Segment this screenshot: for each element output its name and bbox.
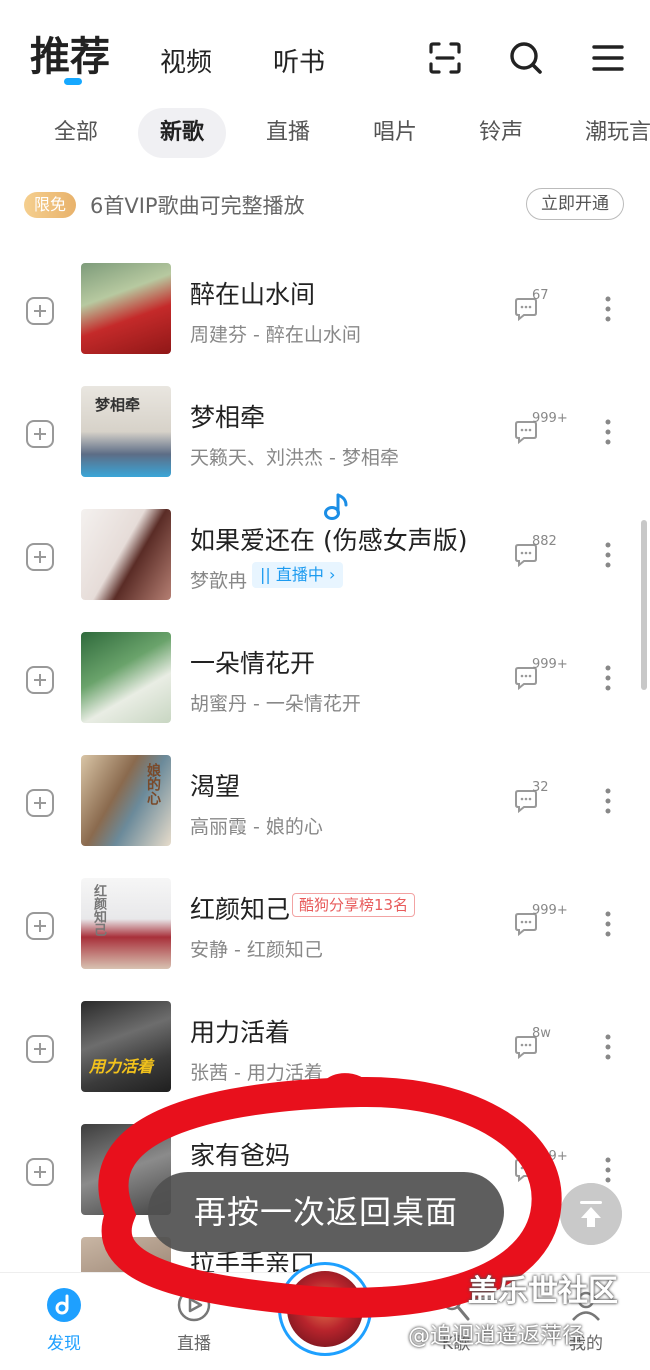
discover-icon	[47, 1288, 81, 1322]
song-artist-album: 张茜 - 用力活着	[190, 1062, 323, 1084]
menu-icon[interactable]	[590, 40, 626, 76]
more-options-icon[interactable]	[598, 909, 618, 939]
add-to-playlist-icon[interactable]	[26, 912, 54, 940]
chevron-right-icon: ›	[323, 565, 336, 584]
cover-text: 梦相牵	[95, 396, 141, 414]
more-options-icon[interactable]	[598, 417, 618, 447]
add-to-playlist-icon[interactable]	[26, 297, 54, 325]
chart-rank-badge[interactable]: 酷狗分享榜13名	[292, 893, 416, 917]
add-to-playlist-icon[interactable]	[26, 543, 54, 571]
song-title: 一朵情花开	[190, 649, 316, 678]
chip-trendy[interactable]: 潮玩言	[585, 108, 650, 158]
cover-text: 用力活着	[89, 1057, 154, 1076]
category-chip-bar: 全部 新歌 直播 唱片 铃声 潮玩言	[0, 108, 650, 160]
song-row[interactable]: 娘的心 渴望 高丽霞 - 娘的心 32	[0, 740, 650, 863]
tab-audiobook[interactable]: 听书	[273, 42, 325, 79]
album-cover	[81, 263, 171, 354]
more-options-icon[interactable]	[598, 1155, 618, 1185]
comment-count: 8w	[532, 1026, 551, 1041]
tab-active-indicator	[64, 78, 82, 85]
chip-new-songs[interactable]: 新歌	[138, 108, 227, 158]
scan-icon[interactable]	[427, 40, 463, 76]
song-row[interactable]: 醉在山水间 周建芬 - 醉在山水间 67	[0, 248, 650, 371]
song-row[interactable]: 梦相牵 梦相牵 天籁天、刘洪杰 - 梦相牵 999+	[0, 371, 650, 494]
search-icon[interactable]	[508, 40, 544, 76]
watermark-site: 盖乐世社区	[468, 1274, 618, 1309]
song-title: 醉在山水间	[190, 280, 316, 309]
comment-count: 882	[532, 534, 557, 549]
nav-label: 发现	[47, 1334, 81, 1354]
song-title: 渴望	[190, 772, 241, 801]
comment-count: 999+	[532, 411, 568, 426]
song-artist-album: 高丽霞 - 娘的心	[190, 816, 323, 838]
album-art	[287, 1271, 363, 1347]
vip-free-banner: 限免 6首VIP歌曲可完整播放 立即开通	[24, 186, 624, 224]
chip-live[interactable]: 直播	[266, 108, 310, 158]
comment-count: 999+	[532, 903, 568, 918]
song-row[interactable]: 用力活着 用力活着 张茜 - 用力活着 8w	[0, 986, 650, 1109]
tab-recommend[interactable]: 推荐	[30, 24, 110, 82]
more-options-icon[interactable]	[598, 1032, 618, 1062]
album-cover: 娘的心	[81, 755, 171, 846]
add-to-playlist-icon[interactable]	[26, 666, 54, 694]
comment-count: 999+	[532, 657, 568, 672]
cover-text: 红颜知己	[91, 884, 106, 936]
more-options-icon[interactable]	[598, 663, 618, 693]
comment-count: 67	[532, 288, 549, 303]
album-cover: 梦相牵	[81, 386, 171, 477]
watermark-user: @追迴逍遥返萍径	[408, 1324, 585, 1349]
nav-discover[interactable]: 发现	[24, 1273, 104, 1370]
now-playing-disc[interactable]	[278, 1262, 372, 1356]
comment-count: 32	[532, 780, 549, 795]
album-cover	[81, 509, 171, 600]
add-to-playlist-icon[interactable]	[26, 1158, 54, 1186]
top-bar-icon	[580, 1201, 602, 1204]
song-artist-album: 安静 - 红颜知己	[190, 939, 323, 961]
song-artist-album: 胡蜜丹 - 一朵情花开	[190, 693, 361, 715]
list-scrollbar[interactable]	[641, 520, 647, 690]
song-title: 用力活着	[190, 1018, 291, 1047]
scroll-to-top-button[interactable]	[560, 1183, 622, 1245]
add-to-playlist-icon[interactable]	[26, 1035, 54, 1063]
cover-text: 娘的心	[145, 763, 161, 805]
vip-banner-text: 6首VIP歌曲可完整播放	[90, 194, 305, 218]
song-artist: 梦歆冉	[190, 570, 248, 592]
song-title: 如果爱还在 (伤感女声版)	[190, 526, 468, 555]
more-options-icon[interactable]	[598, 786, 618, 816]
song-title: 梦相牵	[190, 403, 266, 432]
album-cover	[81, 632, 171, 723]
activate-vip-button[interactable]: 立即开通	[526, 188, 624, 220]
song-artist-album: 天籁天、刘洪杰 - 梦相牵	[190, 447, 399, 469]
song-row[interactable]: 红颜知己 红颜知己 酷狗分享榜13名 安静 - 红颜知己 999+	[0, 863, 650, 986]
more-options-icon[interactable]	[598, 294, 618, 324]
free-badge: 限免	[24, 192, 77, 218]
exit-toast: 再按一次返回桌面	[148, 1172, 504, 1252]
chip-ringtones[interactable]: 铃声	[479, 108, 523, 158]
chip-albums[interactable]: 唱片	[373, 108, 417, 158]
nav-label: 直播	[177, 1334, 211, 1354]
album-cover: 红颜知己	[81, 878, 171, 969]
more-options-icon[interactable]	[598, 540, 618, 570]
comment-count: 999+	[532, 1149, 568, 1164]
tab-video[interactable]: 视频	[160, 42, 212, 79]
song-title: 家有爸妈	[190, 1141, 291, 1170]
music-note-icon[interactable]	[322, 492, 350, 522]
top-tab-bar: 推荐 视频 听书	[0, 0, 650, 100]
live-status-label: 直播中	[275, 565, 324, 584]
song-row[interactable]: 一朵情花开 胡蜜丹 - 一朵情花开 999+	[0, 617, 650, 740]
nav-live[interactable]: 直播	[154, 1273, 234, 1370]
song-artist-album: 周建芬 - 醉在山水间	[190, 324, 361, 346]
album-cover: 用力活着	[81, 1001, 171, 1092]
live-bars-icon: ||	[260, 565, 276, 584]
live-status-badge[interactable]: || 直播中 ›	[252, 562, 344, 588]
live-play-icon	[177, 1288, 211, 1322]
add-to-playlist-icon[interactable]	[26, 789, 54, 817]
add-to-playlist-icon[interactable]	[26, 420, 54, 448]
chip-all[interactable]: 全部	[54, 108, 98, 158]
song-title: 红颜知己	[190, 895, 291, 924]
